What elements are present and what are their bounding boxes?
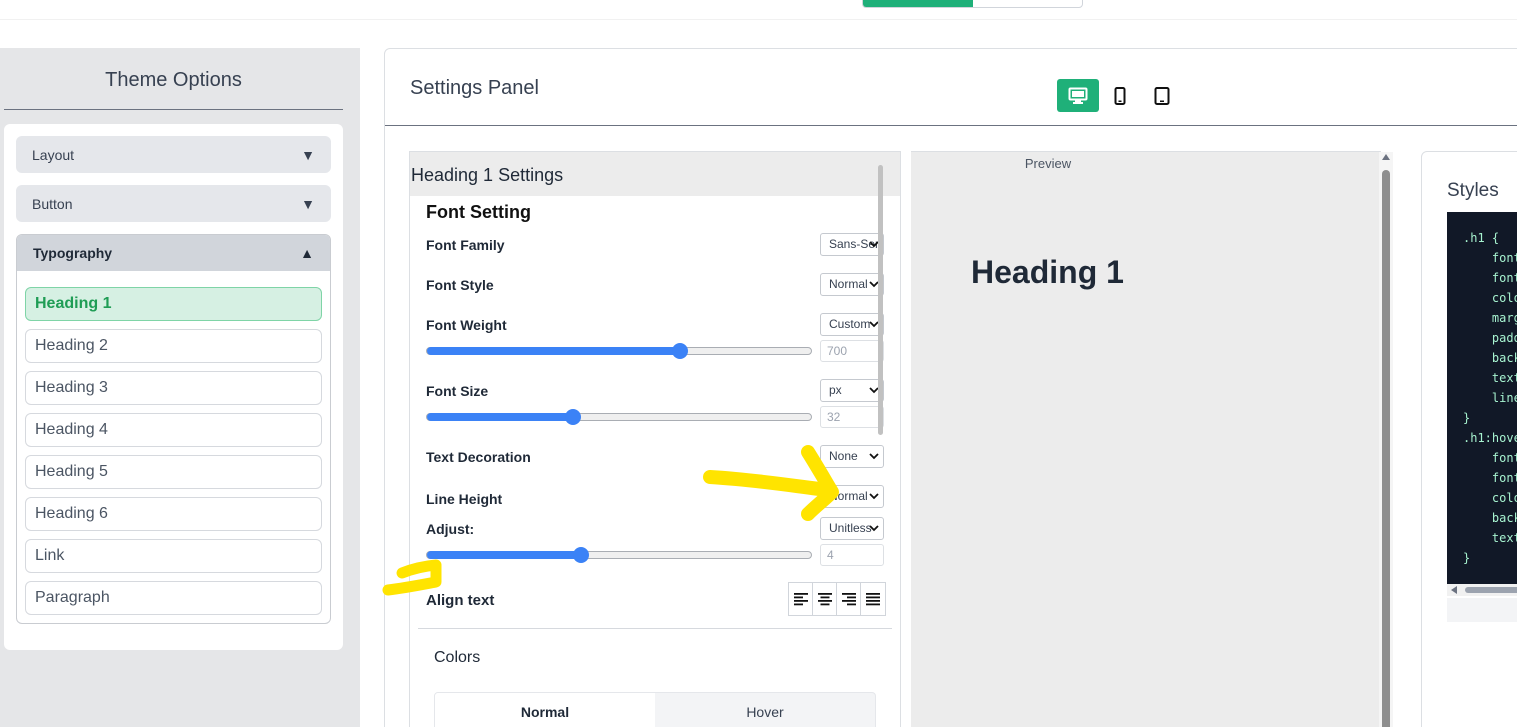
slider-thumb[interactable] <box>572 547 589 563</box>
text-decoration-select[interactable]: None <box>820 445 884 468</box>
align-right-icon <box>841 593 856 606</box>
triangle-up-icon: ▲ <box>300 245 314 261</box>
scrollbar-thumb[interactable] <box>1382 170 1390 727</box>
sidebar: Theme Options Layout ▼ Button ▼ Typograp… <box>0 48 360 727</box>
accordion-button[interactable]: Button ▼ <box>16 185 331 222</box>
font-weight-select[interactable]: Custom <box>820 313 884 336</box>
device-switcher <box>1057 79 1183 112</box>
typography-item-link[interactable]: Link <box>25 539 322 573</box>
adjust-label: Adjust: <box>426 521 475 537</box>
triangle-down-icon: ▼ <box>301 146 315 163</box>
top-bar <box>0 0 1517 20</box>
font-size-label: Font Size <box>426 383 489 399</box>
styles-title: Styles <box>1447 180 1499 201</box>
styles-footer <box>1447 598 1517 622</box>
colors-label: Colors <box>434 649 481 666</box>
slider-thumb[interactable] <box>564 409 581 425</box>
preview-label: Preview <box>1024 156 1072 171</box>
align-text-label: Align text <box>426 592 495 609</box>
font-size-input[interactable]: 32 <box>820 406 884 428</box>
font-size-unit-select[interactable]: px <box>820 379 884 402</box>
font-style-label: Font Style <box>426 277 494 293</box>
slider-fill <box>427 551 581 559</box>
preview-heading: Heading 1 <box>971 254 1124 290</box>
divider <box>418 628 892 629</box>
text-decoration-label: Text Decoration <box>426 449 531 465</box>
heading-settings: Heading 1 Settings Font Setting Font Fam… <box>409 151 901 727</box>
slider-fill <box>427 347 681 355</box>
styles-panel: Styles .h1 { font font colo marg padd ba… <box>1421 151 1517 727</box>
mobile-view-button[interactable] <box>1099 79 1141 112</box>
font-family-label: Font Family <box>426 237 505 253</box>
preview-pane: Preview Heading 1 <box>911 151 1393 727</box>
settings-title: Heading 1 Settings <box>410 152 900 196</box>
tablet-icon <box>1154 86 1170 105</box>
font-family-select[interactable]: Sans-Serif <box>820 233 884 256</box>
line-height-value: Normal <box>829 489 868 503</box>
accordion-typography: Typography ▲ Heading 1 Heading 2 Heading… <box>16 234 331 624</box>
color-tabs: Normal Hover <box>434 692 876 727</box>
sidebar-title: Theme Options <box>4 48 343 110</box>
top-toggle-active[interactable] <box>863 0 973 7</box>
font-style-select[interactable]: Normal <box>820 273 884 296</box>
font-style-value: Normal <box>829 277 868 291</box>
slider-fill <box>427 413 573 421</box>
slider-thumb[interactable] <box>672 343 689 359</box>
typography-item-heading-1[interactable]: Heading 1 <box>25 287 322 321</box>
page-title: Settings Panel <box>410 77 539 99</box>
align-center-button[interactable] <box>813 583 837 615</box>
css-code-block: .h1 { font font colo marg padd back text… <box>1447 212 1517 584</box>
adjust-unit-value: Unitless <box>829 521 872 535</box>
font-weight-label: Font Weight <box>426 317 507 333</box>
align-left-icon <box>793 593 808 606</box>
line-height-label: Line Height <box>426 491 503 507</box>
tab-normal[interactable]: Normal <box>435 693 655 727</box>
sidebar-card: Layout ▼ Button ▼ Typography ▲ Heading 1… <box>4 124 343 650</box>
align-text-group <box>788 582 886 616</box>
section-title: Font Setting <box>426 202 531 222</box>
align-right-button[interactable] <box>837 583 861 615</box>
mobile-icon <box>1114 86 1126 105</box>
scroll-up-icon[interactable] <box>1382 154 1390 160</box>
triangle-down-icon: ▼ <box>301 195 315 212</box>
accordion-label: Typography <box>33 245 113 261</box>
accordion-label: Layout <box>32 146 75 163</box>
scrollbar-thumb[interactable] <box>878 165 883 435</box>
desktop-view-button[interactable] <box>1057 79 1099 112</box>
font-weight-input[interactable]: 700 <box>820 340 884 362</box>
typography-item-heading-2[interactable]: Heading 2 <box>25 329 322 363</box>
accordion-label: Button <box>32 195 73 212</box>
tablet-view-button[interactable] <box>1141 79 1183 112</box>
font-size-unit-value: px <box>829 383 842 397</box>
code-scrollbar[interactable] <box>1447 584 1517 596</box>
text-decoration-value: None <box>829 449 858 463</box>
settings-scrollbar[interactable] <box>876 153 886 727</box>
align-center-icon <box>817 593 832 606</box>
adjust-unit-select[interactable]: Unitless <box>820 517 884 540</box>
scrollbar-thumb[interactable] <box>1465 587 1517 593</box>
typography-item-heading-5[interactable]: Heading 5 <box>25 455 322 489</box>
font-size-slider[interactable] <box>426 409 812 425</box>
preview-scrollbar[interactable] <box>1379 152 1393 727</box>
typography-item-heading-4[interactable]: Heading 4 <box>25 413 322 447</box>
tab-hover[interactable]: Hover <box>655 693 875 727</box>
typography-item-heading-6[interactable]: Heading 6 <box>25 497 322 531</box>
align-left-button[interactable] <box>789 583 813 615</box>
top-toggle[interactable] <box>862 0 1083 8</box>
typography-item-heading-3[interactable]: Heading 3 <box>25 371 322 405</box>
accordion-layout[interactable]: Layout ▼ <box>16 136 331 173</box>
scroll-left-icon[interactable] <box>1451 586 1457 594</box>
accordion-typography-header[interactable]: Typography ▲ <box>17 235 330 271</box>
adjust-input[interactable]: 4 <box>820 544 884 566</box>
line-height-select[interactable]: Normal <box>820 485 884 508</box>
divider <box>385 125 1517 126</box>
font-weight-slider[interactable] <box>426 343 812 359</box>
typography-item-paragraph[interactable]: Paragraph <box>25 581 322 615</box>
settings-panel: Settings Panel Heading 1 Settings Font S… <box>384 48 1517 727</box>
font-weight-value: Custom <box>829 317 871 331</box>
adjust-slider[interactable] <box>426 547 812 563</box>
typography-list: Heading 1 Heading 2 Heading 3 Heading 4 … <box>17 271 330 615</box>
desktop-icon <box>1068 87 1088 104</box>
